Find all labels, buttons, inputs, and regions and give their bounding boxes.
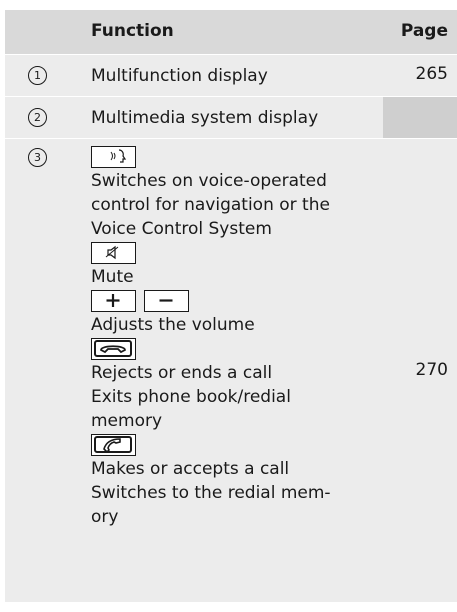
reject-text-2: Exits phone book/redial	[91, 387, 291, 407]
table-row: 2 Multimedia system display	[5, 97, 457, 139]
function-table: Function Page 1 Multifunction display 26…	[5, 10, 457, 602]
header-function: Function	[91, 21, 174, 41]
accept-text-1: Makes or accepts a call	[91, 459, 290, 479]
row-number-1: 1	[28, 66, 47, 85]
row-number-3: 3	[28, 148, 47, 167]
header-page: Page	[400, 21, 448, 41]
row-function: Multifunction display	[91, 66, 268, 86]
voice-text-1: Switches on voice-operated	[91, 171, 327, 191]
table-row: 3 Switches on voice-operated control for…	[5, 139, 457, 602]
accept-text-3: ory	[91, 507, 119, 527]
row-page: 270	[415, 360, 448, 380]
row-page: 265	[415, 64, 448, 84]
reject-text-1: Rejects or ends a call	[91, 363, 273, 383]
accept-text-2: Switches to the redial mem-	[91, 483, 331, 503]
table-header: Function Page	[5, 10, 457, 55]
phone-icon	[91, 434, 136, 456]
mute-icon	[91, 242, 136, 264]
row-number-2: 2	[28, 108, 47, 127]
voice-text-3: Voice Control System	[91, 219, 272, 239]
mute-text: Mute	[91, 267, 134, 287]
table-row: 1 Multifunction display 265	[5, 55, 457, 97]
voice-text-2: control for navigation or the	[91, 195, 330, 215]
minus-icon	[144, 290, 189, 312]
plus-icon	[91, 290, 136, 312]
voice-control-icon	[91, 146, 136, 168]
volume-text: Adjusts the volume	[91, 315, 255, 335]
row-function: Multimedia system display	[91, 108, 319, 128]
hang-up-icon	[91, 338, 136, 360]
reject-text-3: memory	[91, 411, 163, 431]
